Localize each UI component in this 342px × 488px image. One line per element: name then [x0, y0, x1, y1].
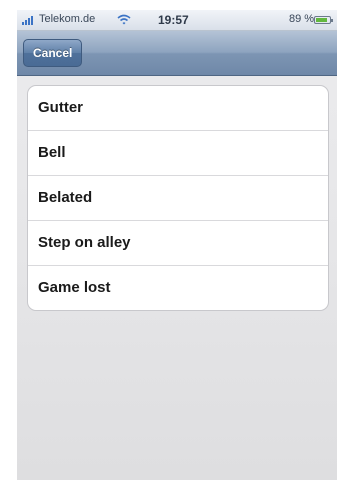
- carrier-name: Telekom.de: [39, 13, 96, 25]
- battery-percentage: 89 %: [289, 13, 315, 25]
- phone-screen: Telekom.de 19:57 89 % Cancel Gutter Bell…: [17, 10, 337, 480]
- status-time: 19:57: [158, 13, 189, 27]
- list-item-bell[interactable]: Bell: [28, 131, 328, 176]
- list-item-step-on-alley[interactable]: Step on alley: [28, 221, 328, 266]
- battery-icon: [314, 16, 333, 24]
- navigation-bar: Cancel: [17, 31, 337, 76]
- list-item-game-lost[interactable]: Game lost: [28, 266, 328, 310]
- signal-bars-icon: [22, 16, 36, 25]
- status-bar: Telekom.de 19:57 89 %: [17, 10, 337, 31]
- options-list: Gutter Bell Belated Step on alley Game l…: [27, 85, 329, 311]
- list-item-belated[interactable]: Belated: [28, 176, 328, 221]
- cancel-button[interactable]: Cancel: [23, 39, 83, 67]
- wifi-icon: [117, 14, 131, 25]
- list-item-gutter[interactable]: Gutter: [28, 86, 328, 131]
